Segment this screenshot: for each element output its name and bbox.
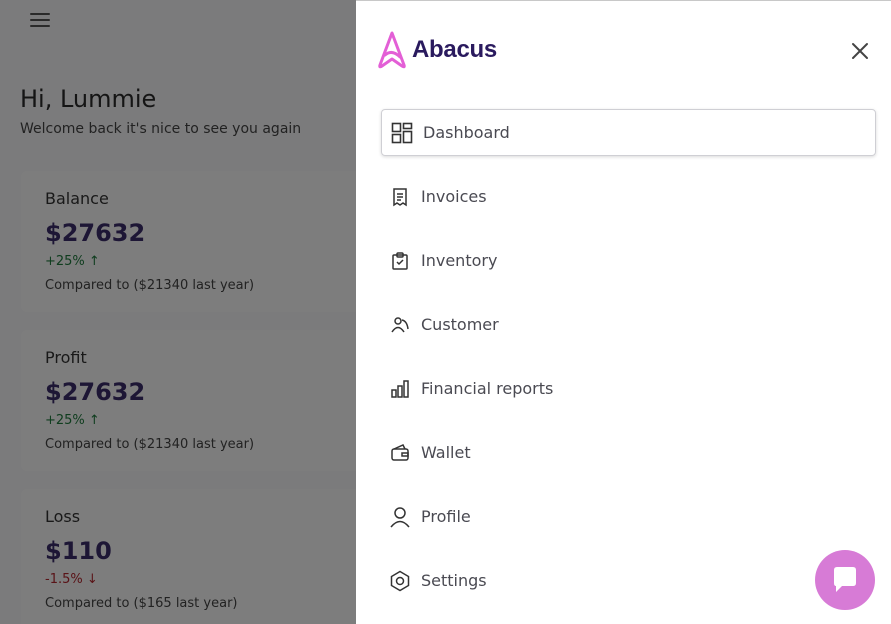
menu-item-invoices[interactable]: Invoices bbox=[381, 173, 876, 220]
menu-item-profile[interactable]: Profile bbox=[381, 493, 876, 540]
brand-logo[interactable]: Abacus bbox=[376, 31, 497, 69]
menu-item-wallet[interactable]: Wallet bbox=[381, 429, 876, 476]
dashboard-icon bbox=[391, 122, 413, 144]
brand-name: Abacus bbox=[412, 36, 497, 63]
chat-button[interactable] bbox=[815, 550, 875, 610]
menu-item-inventory[interactable]: Inventory bbox=[381, 237, 876, 284]
close-icon[interactable] bbox=[850, 41, 870, 61]
menu-label: Inventory bbox=[421, 251, 498, 270]
settings-icon bbox=[389, 570, 411, 592]
menu-label: Dashboard bbox=[423, 123, 510, 142]
drawer-menu: Dashboard Invoices Inventory Customer Fi… bbox=[381, 109, 876, 621]
clipboard-check-icon bbox=[389, 250, 411, 272]
user-icon bbox=[389, 506, 411, 528]
abacus-logo-icon bbox=[378, 31, 406, 69]
bar-chart-icon bbox=[389, 378, 411, 400]
chat-bubble-icon bbox=[834, 567, 856, 592]
customer-icon bbox=[389, 314, 411, 336]
menu-label: Invoices bbox=[421, 187, 487, 206]
menu-label: Customer bbox=[421, 315, 499, 334]
menu-label: Wallet bbox=[421, 443, 471, 462]
navigation-drawer: Abacus Dashboard Invoices Inventory Cust… bbox=[356, 0, 891, 624]
menu-item-settings[interactable]: Settings bbox=[381, 557, 876, 604]
menu-item-customer[interactable]: Customer bbox=[381, 301, 876, 348]
menu-item-dashboard[interactable]: Dashboard bbox=[381, 109, 876, 156]
menu-item-financial-reports[interactable]: Financial reports bbox=[381, 365, 876, 412]
wallet-icon bbox=[389, 442, 411, 464]
invoice-icon bbox=[389, 186, 411, 208]
menu-label: Financial reports bbox=[421, 379, 554, 398]
menu-label: Profile bbox=[421, 507, 471, 526]
menu-label: Settings bbox=[421, 571, 487, 590]
